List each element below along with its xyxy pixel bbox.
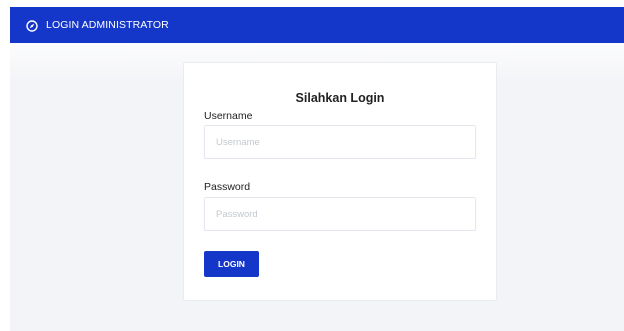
username-input[interactable] bbox=[204, 125, 476, 159]
compass-icon bbox=[26, 19, 38, 32]
navbar-title: LOGIN ADMINISTRATOR bbox=[46, 19, 169, 31]
page-background: LOGIN ADMINISTRATOR Silahkan Login Usern… bbox=[10, 7, 624, 331]
username-label: Username bbox=[204, 110, 253, 122]
top-navbar: LOGIN ADMINISTRATOR bbox=[10, 7, 624, 43]
login-button[interactable]: LOGIN bbox=[204, 251, 259, 277]
password-label: Password bbox=[204, 181, 251, 193]
password-input[interactable] bbox=[204, 197, 476, 231]
login-card: Silahkan Login Username Password LOGIN bbox=[183, 62, 497, 301]
login-title: Silahkan Login bbox=[295, 91, 385, 105]
